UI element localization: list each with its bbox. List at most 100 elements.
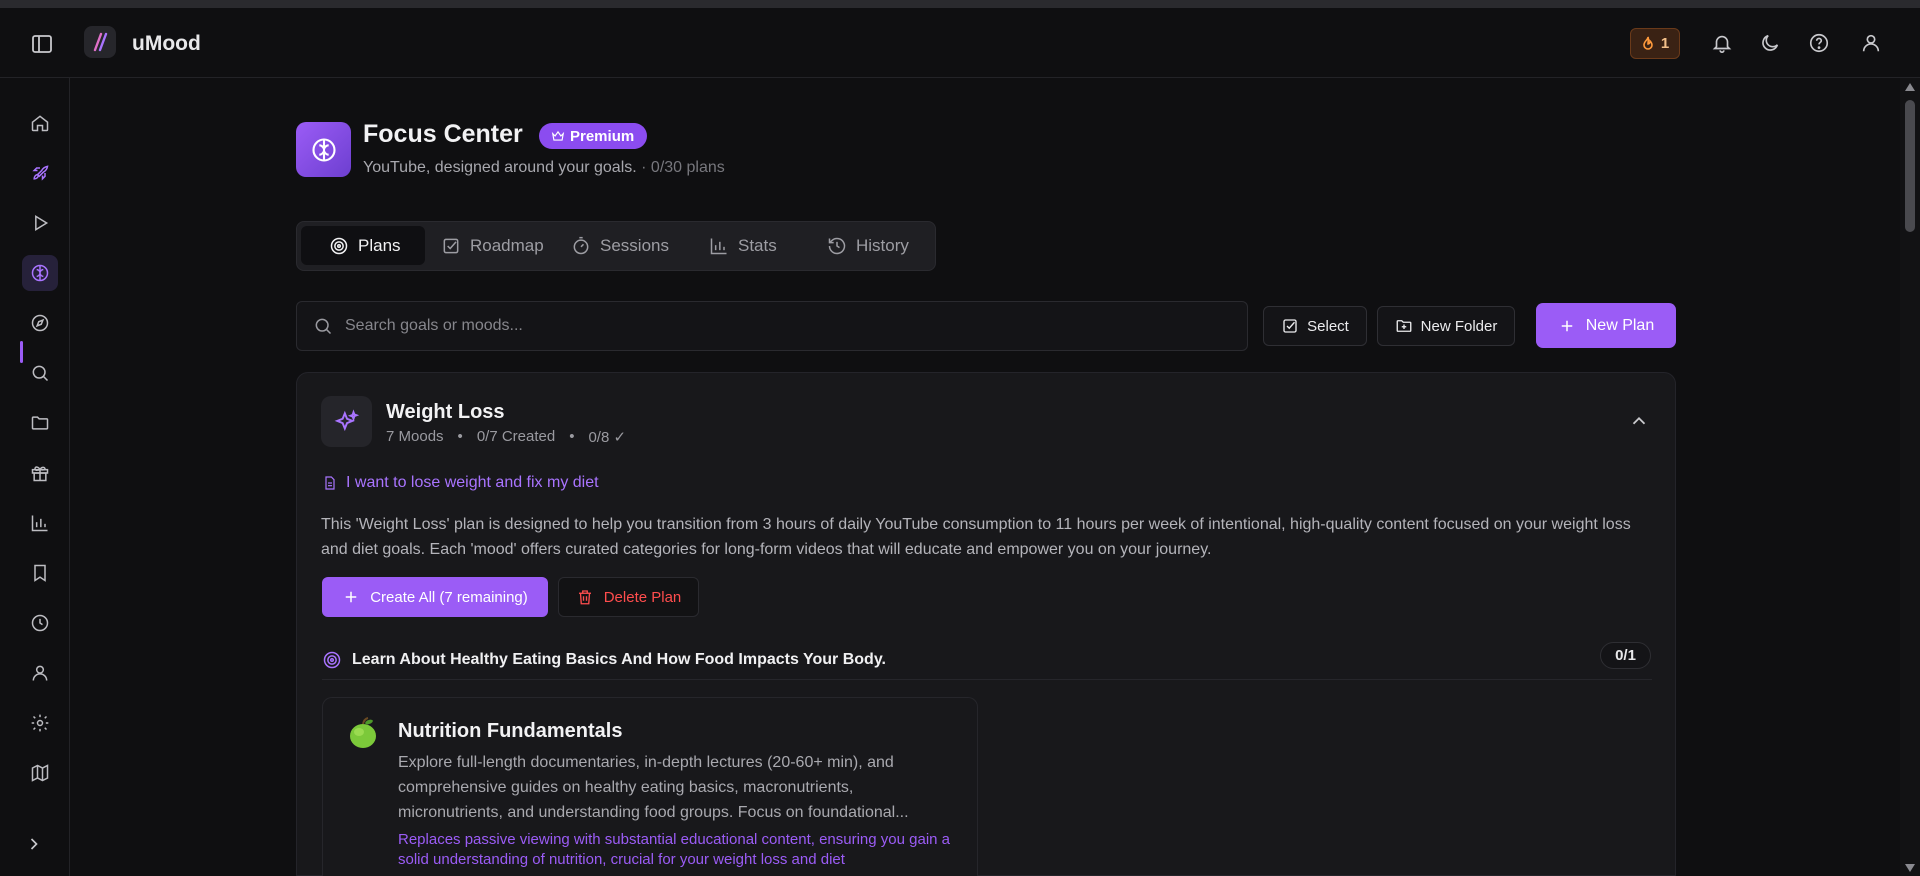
sidebar-item-folders[interactable] [22,405,58,441]
page-title: Focus Center [363,120,523,148]
tab-label: Stats [738,235,777,255]
create-all-button[interactable]: Create All (7 remaining) [322,577,548,617]
apple-icon [346,716,380,750]
select-label: Select [1307,317,1349,335]
trash-icon [576,588,594,606]
flame-icon [1641,36,1655,52]
plus-icon [1558,317,1576,335]
play-icon [30,213,50,233]
window-top-strip [0,0,1920,8]
premium-badge: Premium [539,123,648,149]
compass-icon [30,313,50,333]
plus-icon [342,588,360,606]
target-icon [322,650,342,670]
scroll-up-icon[interactable] [1904,82,1916,92]
sidebar-item-stats[interactable] [22,505,58,541]
sidebar-item-rewards[interactable] [22,455,58,491]
goal-text: I want to lose weight and fix my diet [346,474,599,491]
crown-icon [551,129,565,143]
section-title: Learn About Healthy Eating Basics And Ho… [352,651,886,668]
select-button[interactable]: Select [1263,306,1367,346]
target-icon [329,236,349,256]
tab-label: History [856,235,909,255]
tab-stats[interactable]: Stats [681,226,791,265]
sidebar-item-home[interactable] [22,105,58,141]
chevron-up-icon[interactable] [1628,410,1652,434]
top-header: uMood 1 [0,8,1920,78]
tab-label: Roadmap [470,235,544,255]
gear-icon [30,713,50,733]
plan-created-count: 0/7 Created [476,428,556,445]
plan-meta: 7 Moods • 0/7 Created • 0/8 ✓ [386,428,626,446]
tab-history[interactable]: History [799,226,929,265]
delete-plan-button[interactable]: Delete Plan [558,577,699,617]
brain-icon [30,263,50,283]
plan-goal[interactable]: I want to lose weight and fix my diet [322,474,599,492]
plan-description: This 'Weight Loss' plan is designed to h… [321,516,1631,558]
clock-icon [30,613,50,633]
history-icon [827,236,847,256]
streak-badge[interactable]: 1 [1630,28,1680,59]
user-icon [30,663,50,683]
search-icon [313,316,333,336]
search-box[interactable] [296,301,1248,351]
new-folder-button[interactable]: New Folder [1377,306,1515,346]
checkbox-icon [441,236,461,256]
meta-separator: • [569,428,575,445]
scrollbar-thumb[interactable] [1905,100,1915,232]
mood-description: Explore full-length documentaries, in-de… [398,754,909,821]
tab-roadmap[interactable]: Roadmap [413,226,544,265]
bar-chart-icon [30,513,50,533]
home-icon [30,113,50,133]
sidebar-item-saved[interactable] [22,555,58,591]
gift-icon [30,463,50,483]
sidebar-item-play[interactable] [22,205,58,241]
bar-chart-icon [709,236,729,256]
bell-icon[interactable] [1711,32,1735,56]
page-subtitle: YouTube, designed around your goals. · 0… [363,159,725,177]
folder-plus-icon [1395,317,1413,335]
app-logo[interactable] [84,26,116,58]
sidebar-item-history[interactable] [22,605,58,641]
premium-label: Premium [570,127,635,145]
plan-done-count: 0/8 ✓ [588,429,627,446]
chevron-right-icon[interactable] [24,834,44,854]
moon-icon[interactable] [1759,32,1783,56]
sidebar-item-search[interactable] [22,355,58,391]
folder-icon [30,413,50,433]
scroll-down-icon[interactable] [1904,863,1916,873]
delete-plan-label: Delete Plan [603,588,682,606]
tab-plans[interactable]: Plans [301,226,425,265]
document-icon [322,474,338,492]
sidebar-item-map[interactable] [22,755,58,791]
sparkles-icon [321,396,372,447]
focus-center-icon [296,122,351,177]
tab-label: Plans [358,235,401,255]
sidebar-item-focus[interactable] [22,255,58,291]
app-name[interactable]: uMood [132,32,201,56]
streak-count: 1 [1660,35,1670,52]
sidebar-toggle-icon[interactable] [30,32,54,56]
goal-section-header[interactable]: Learn About Healthy Eating Basics And Ho… [322,644,1652,676]
checkbox-icon [1281,317,1299,335]
sidebar-item-profile[interactable] [22,655,58,691]
search-input[interactable] [345,317,1225,335]
bookmark-icon [30,563,50,583]
search-icon [30,363,50,383]
timer-icon [571,236,591,256]
user-icon[interactable] [1860,32,1884,56]
new-folder-label: New Folder [1420,317,1498,335]
tab-label: Sessions [600,235,669,255]
meta-separator: • [457,428,463,445]
sidebar-item-settings[interactable] [22,705,58,741]
tab-sessions[interactable]: Sessions [543,226,669,265]
create-all-label: Create All (7 remaining) [370,588,528,606]
section-count-badge: 0/1 [1600,642,1651,669]
sidebar-item-explore[interactable] [22,305,58,341]
help-icon[interactable] [1808,32,1832,56]
plan-title[interactable]: Weight Loss [386,401,505,424]
new-plan-button[interactable]: New Plan [1536,303,1676,348]
sidebar-item-launch[interactable] [22,155,58,191]
plan-moods-count: 7 Moods [386,428,444,445]
new-plan-label: New Plan [1585,316,1655,334]
